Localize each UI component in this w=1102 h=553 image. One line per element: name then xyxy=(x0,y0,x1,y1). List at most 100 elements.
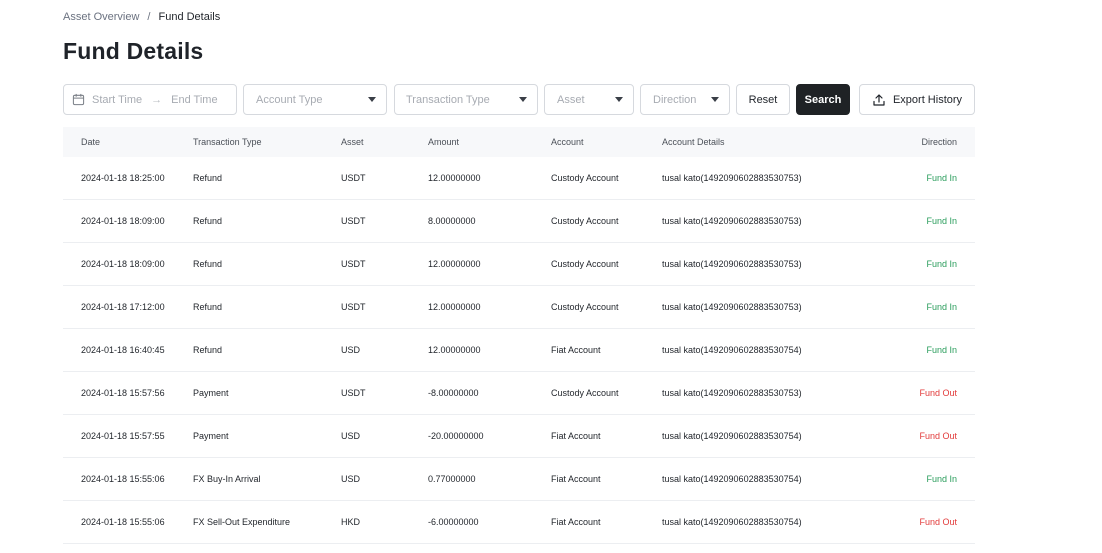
cell-date: 2024-01-18 18:09:00 xyxy=(81,216,165,226)
cell-account-details: tusal kato(1492090602883530754) xyxy=(662,431,802,441)
cell-date: 2024-01-18 15:57:55 xyxy=(81,431,165,441)
breadcrumb-current: Fund Details xyxy=(158,11,221,23)
cell-account-details: tusal kato(1492090602883530754) xyxy=(662,474,802,484)
export-history-button[interactable]: Export History xyxy=(859,84,975,115)
cell-asset: USDT xyxy=(341,216,366,226)
table-row: 2024-01-18 15:55:06 FX Sell-Out Expendit… xyxy=(63,501,975,544)
cell-asset: USD xyxy=(341,431,361,441)
cell-account-details: tusal kato(1492090602883530753) xyxy=(662,173,802,183)
upload-icon xyxy=(873,93,885,106)
column-header-transaction-type: Transaction Type xyxy=(193,137,262,147)
cell-date: 2024-01-18 17:12:00 xyxy=(81,302,165,312)
breadcrumb: Asset Overview / Fund Details xyxy=(63,11,220,23)
cell-account: Fiat Account xyxy=(551,431,601,441)
cell-amount: 12.00000000 xyxy=(428,173,481,183)
start-time-input[interactable]: Start Time xyxy=(92,94,142,106)
reset-button[interactable]: Reset xyxy=(736,84,790,115)
fund-details-page: Asset Overview / Fund Details Fund Detai… xyxy=(0,0,1102,553)
end-time-input[interactable]: End Time xyxy=(171,94,217,106)
cell-date: 2024-01-18 18:25:00 xyxy=(81,173,165,183)
cell-transaction-type: Refund xyxy=(193,345,223,355)
cell-asset: USDT xyxy=(341,259,366,269)
cell-account-details: tusal kato(1492090602883530754) xyxy=(662,517,802,527)
table-row: 2024-01-18 16:40:45 Refund USD 12.000000… xyxy=(63,329,975,372)
breadcrumb-separator: / xyxy=(147,11,151,23)
cell-direction: Fund In xyxy=(926,216,957,226)
cell-date: 2024-01-18 15:57:56 xyxy=(81,388,165,398)
column-header-account-details: Account Details xyxy=(662,137,725,147)
cell-account: Fiat Account xyxy=(551,517,601,527)
cell-amount: 0.77000000 xyxy=(428,474,476,484)
chevron-down-icon xyxy=(711,97,719,102)
cell-account: Custody Account xyxy=(551,388,619,398)
cell-transaction-type: FX Buy-In Arrival xyxy=(193,474,261,484)
cell-amount: -6.00000000 xyxy=(428,517,479,527)
cell-account-details: tusal kato(1492090602883530753) xyxy=(662,259,802,269)
arrow-right-icon: → xyxy=(151,93,163,106)
cell-direction: Fund In xyxy=(926,302,957,312)
cell-account: Custody Account xyxy=(551,259,619,269)
table-row: 2024-01-18 18:25:00 Refund USDT 12.00000… xyxy=(63,157,975,200)
calendar-icon xyxy=(72,93,85,106)
page-title: Fund Details xyxy=(63,38,204,64)
account-type-placeholder: Account Type xyxy=(256,93,323,106)
cell-asset: USDT xyxy=(341,173,366,183)
asset-select[interactable]: Asset xyxy=(544,84,634,115)
search-button[interactable]: Search xyxy=(796,84,850,115)
cell-account: Custody Account xyxy=(551,302,619,312)
direction-select[interactable]: Direction xyxy=(640,84,730,115)
cell-date: 2024-01-18 18:09:00 xyxy=(81,259,165,269)
cell-account: Fiat Account xyxy=(551,345,601,355)
chevron-down-icon xyxy=(519,97,527,102)
cell-date: 2024-01-18 15:55:06 xyxy=(81,474,165,484)
column-header-account: Account xyxy=(551,137,584,147)
cell-account-details: tusal kato(1492090602883530753) xyxy=(662,216,802,226)
table-row: 2024-01-18 17:12:00 Refund USDT 12.00000… xyxy=(63,286,975,329)
cell-account: Custody Account xyxy=(551,173,619,183)
cell-amount: 12.00000000 xyxy=(428,345,481,355)
account-type-select[interactable]: Account Type xyxy=(243,84,387,115)
cell-direction: Fund In xyxy=(926,259,957,269)
cell-direction: Fund In xyxy=(926,474,957,484)
cell-transaction-type: Refund xyxy=(193,259,223,269)
cell-date: 2024-01-18 15:55:06 xyxy=(81,517,165,527)
cell-direction: Fund In xyxy=(926,173,957,183)
cell-transaction-type: Payment xyxy=(193,388,229,398)
fund-details-table: Date Transaction Type Asset Amount Accou… xyxy=(63,127,975,544)
cell-account-details: tusal kato(1492090602883530753) xyxy=(662,302,802,312)
table-header: Date Transaction Type Asset Amount Accou… xyxy=(63,127,975,157)
cell-amount: 12.00000000 xyxy=(428,302,481,312)
table-row: 2024-01-18 15:57:55 Payment USD -20.0000… xyxy=(63,415,975,458)
table-row: 2024-01-18 18:09:00 Refund USDT 8.000000… xyxy=(63,200,975,243)
date-range-picker[interactable]: Start Time → End Time xyxy=(63,84,237,115)
column-header-date: Date xyxy=(81,137,101,147)
chevron-down-icon xyxy=(368,97,376,102)
cell-amount: -20.00000000 xyxy=(428,431,484,441)
table-row: 2024-01-18 15:57:56 Payment USDT -8.0000… xyxy=(63,372,975,415)
column-header-direction: Direction xyxy=(921,137,957,147)
cell-asset: USDT xyxy=(341,388,366,398)
cell-transaction-type: Refund xyxy=(193,173,223,183)
cell-asset: HKD xyxy=(341,517,361,527)
cell-asset: USD xyxy=(341,474,361,484)
breadcrumb-asset-overview[interactable]: Asset Overview xyxy=(63,11,139,23)
cell-amount: 8.00000000 xyxy=(428,216,476,226)
cell-asset: USD xyxy=(341,345,361,355)
cell-transaction-type: Payment xyxy=(193,431,229,441)
cell-account-details: tusal kato(1492090602883530754) xyxy=(662,345,802,355)
cell-asset: USDT xyxy=(341,302,366,312)
export-history-label: Export History xyxy=(892,93,963,106)
cell-direction: Fund Out xyxy=(919,431,957,441)
cell-account: Custody Account xyxy=(551,216,619,226)
chevron-down-icon xyxy=(615,97,623,102)
cell-direction: Fund Out xyxy=(919,517,957,527)
cell-direction: Fund In xyxy=(926,345,957,355)
cell-date: 2024-01-18 16:40:45 xyxy=(81,345,165,355)
cell-direction: Fund Out xyxy=(919,388,957,398)
column-header-amount: Amount xyxy=(428,137,460,147)
transaction-type-select[interactable]: Transaction Type xyxy=(394,84,538,115)
asset-placeholder: Asset xyxy=(557,93,585,106)
direction-placeholder: Direction xyxy=(653,93,697,106)
cell-transaction-type: FX Sell-Out Expenditure xyxy=(193,517,291,527)
cell-amount: 12.00000000 xyxy=(428,259,481,269)
